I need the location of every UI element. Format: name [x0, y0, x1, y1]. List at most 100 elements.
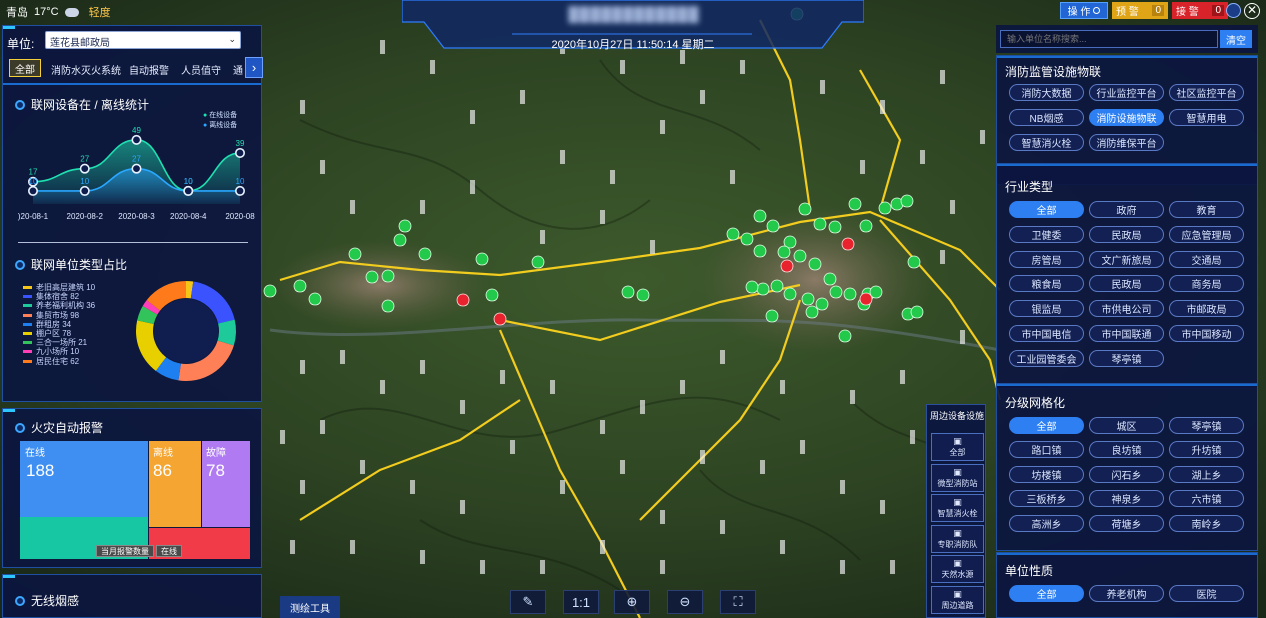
- industry-btn-14[interactable]: 市邮政局: [1169, 300, 1244, 318]
- device-marker[interactable]: [869, 285, 883, 299]
- iot-btn-5[interactable]: 智慧用电: [1169, 109, 1244, 126]
- industry-btn-9[interactable]: 粮食局: [1009, 275, 1084, 293]
- device-marker[interactable]: [777, 245, 791, 259]
- tab-auto-alarm[interactable]: 自动报警: [129, 62, 169, 77]
- ratio-button[interactable]: 1:1: [563, 590, 599, 614]
- grid-btn-11[interactable]: 六市镇: [1169, 490, 1244, 508]
- device-marker[interactable]: [813, 217, 827, 231]
- operate-button[interactable]: 操 作: [1060, 2, 1108, 19]
- unit-select[interactable]: 莲花县邮政局 ⌄: [45, 31, 241, 49]
- device-marker[interactable]: [815, 297, 829, 311]
- device-marker[interactable]: [418, 247, 432, 261]
- shield-icon[interactable]: [1226, 3, 1241, 18]
- device-marker[interactable]: [808, 257, 822, 271]
- device-marker[interactable]: [726, 227, 740, 241]
- data-point[interactable]: [79, 163, 90, 174]
- data-point[interactable]: [79, 185, 90, 196]
- device-marker[interactable]: [485, 288, 499, 302]
- data-point[interactable]: [27, 185, 38, 196]
- device-marker[interactable]: [381, 299, 395, 313]
- treemap-online[interactable]: 在线 188: [20, 441, 148, 517]
- grid-btn-9[interactable]: 三板桥乡: [1009, 490, 1084, 508]
- grid-btn-1[interactable]: 城区: [1089, 417, 1164, 434]
- side-tool-5[interactable]: ▣ 周边道路: [931, 585, 984, 614]
- side-tool-3[interactable]: ▣ 专职消防队: [931, 524, 984, 553]
- industry-btn-6[interactable]: 房管局: [1009, 250, 1084, 268]
- device-marker[interactable]: [621, 285, 635, 299]
- edit-map-icon[interactable]: ✎: [510, 590, 546, 614]
- alarm-marker[interactable]: [456, 293, 470, 307]
- device-marker[interactable]: [848, 197, 862, 211]
- device-marker[interactable]: [798, 202, 812, 216]
- close-icon[interactable]: ✕: [1244, 3, 1260, 19]
- device-marker[interactable]: [365, 270, 379, 284]
- device-marker[interactable]: [636, 288, 650, 302]
- side-tool-0[interactable]: ▣ 全部: [931, 433, 984, 461]
- device-marker[interactable]: [740, 232, 754, 246]
- device-marker[interactable]: [823, 272, 837, 286]
- industry-btn-16[interactable]: 市中国联通: [1089, 325, 1164, 342]
- iot-btn-1[interactable]: 行业监控平台: [1089, 84, 1164, 101]
- iot-btn-3[interactable]: NB烟感: [1009, 109, 1084, 126]
- nature-btn-2[interactable]: 医院: [1169, 585, 1244, 602]
- iot-btn-6[interactable]: 智慧消火栓: [1009, 134, 1084, 151]
- alarm-marker[interactable]: [493, 312, 507, 326]
- alarm-button[interactable]: 接 警 0: [1172, 2, 1228, 19]
- device-marker[interactable]: [783, 287, 797, 301]
- industry-btn-10[interactable]: 民政局: [1089, 275, 1164, 293]
- grid-btn-10[interactable]: 神泉乡: [1089, 490, 1164, 508]
- device-marker[interactable]: [859, 219, 873, 233]
- device-marker[interactable]: [765, 309, 779, 323]
- device-marker[interactable]: [878, 201, 892, 215]
- zoom-out-icon[interactable]: ⊖: [667, 590, 703, 614]
- industry-btn-19[interactable]: 琴亭镇: [1089, 349, 1164, 367]
- device-marker[interactable]: [756, 282, 770, 296]
- alarm-marker[interactable]: [841, 237, 855, 251]
- zoom-in-icon[interactable]: ⊕: [614, 590, 650, 614]
- data-point[interactable]: [131, 163, 142, 174]
- fullscreen-icon[interactable]: ⛶: [720, 590, 756, 614]
- industry-btn-0[interactable]: 全部: [1009, 201, 1084, 218]
- device-marker[interactable]: [829, 285, 843, 299]
- iot-btn-7[interactable]: 消防维保平台: [1089, 134, 1164, 151]
- industry-btn-2[interactable]: 教育: [1169, 201, 1244, 218]
- grid-btn-2[interactable]: 琴亭镇: [1169, 417, 1244, 434]
- industry-btn-1[interactable]: 政府: [1089, 201, 1164, 218]
- grid-btn-3[interactable]: 路口镇: [1009, 441, 1084, 459]
- side-tool-4[interactable]: ▣ 天然水源: [931, 555, 984, 583]
- grid-btn-6[interactable]: 坊楼镇: [1009, 465, 1084, 483]
- industry-btn-12[interactable]: 银监局: [1009, 300, 1084, 318]
- device-marker[interactable]: [531, 255, 545, 269]
- grid-btn-0[interactable]: 全部: [1009, 417, 1084, 434]
- warn-button[interactable]: 预 警 0: [1112, 2, 1168, 19]
- device-marker[interactable]: [766, 219, 780, 233]
- device-marker[interactable]: [801, 292, 815, 306]
- industry-btn-8[interactable]: 交通局: [1169, 250, 1244, 268]
- device-marker[interactable]: [753, 244, 767, 258]
- treemap[interactable]: 在线 188 离线 86 故障 78 当月报警数量 在线: [20, 441, 250, 559]
- grid-btn-5[interactable]: 升坊镇: [1169, 441, 1244, 459]
- iot-btn-0[interactable]: 消防大数据: [1009, 84, 1084, 101]
- device-marker[interactable]: [828, 220, 842, 234]
- alarm-marker[interactable]: [859, 292, 873, 306]
- side-tool-1[interactable]: ▣ 微型消防站: [931, 463, 984, 492]
- device-marker[interactable]: [263, 284, 277, 298]
- industry-btn-5[interactable]: 应急管理局: [1169, 225, 1244, 243]
- industry-btn-18[interactable]: 工业园管委会: [1009, 349, 1084, 367]
- data-point[interactable]: [131, 134, 142, 145]
- device-marker[interactable]: [475, 252, 489, 266]
- device-marker[interactable]: [793, 249, 807, 263]
- measure-tool-button[interactable]: 测绘工具: [280, 596, 340, 618]
- data-point[interactable]: [235, 147, 246, 158]
- side-tool-2[interactable]: ▣ 智慧消火栓: [931, 494, 984, 522]
- nature-btn-1[interactable]: 养老机构: [1089, 585, 1164, 602]
- treemap-fault[interactable]: 故障 78: [202, 441, 250, 527]
- device-marker[interactable]: [381, 269, 395, 283]
- industry-btn-3[interactable]: 卫健委: [1009, 225, 1084, 243]
- chevron-right-icon[interactable]: ›: [245, 57, 263, 78]
- tab-water-system[interactable]: 消防水灭火系统: [51, 62, 121, 77]
- iot-btn-4[interactable]: 消防设施物联: [1089, 109, 1164, 126]
- nature-btn-0[interactable]: 全部: [1009, 585, 1084, 602]
- industry-btn-4[interactable]: 民政局: [1089, 225, 1164, 243]
- data-point[interactable]: [235, 185, 246, 196]
